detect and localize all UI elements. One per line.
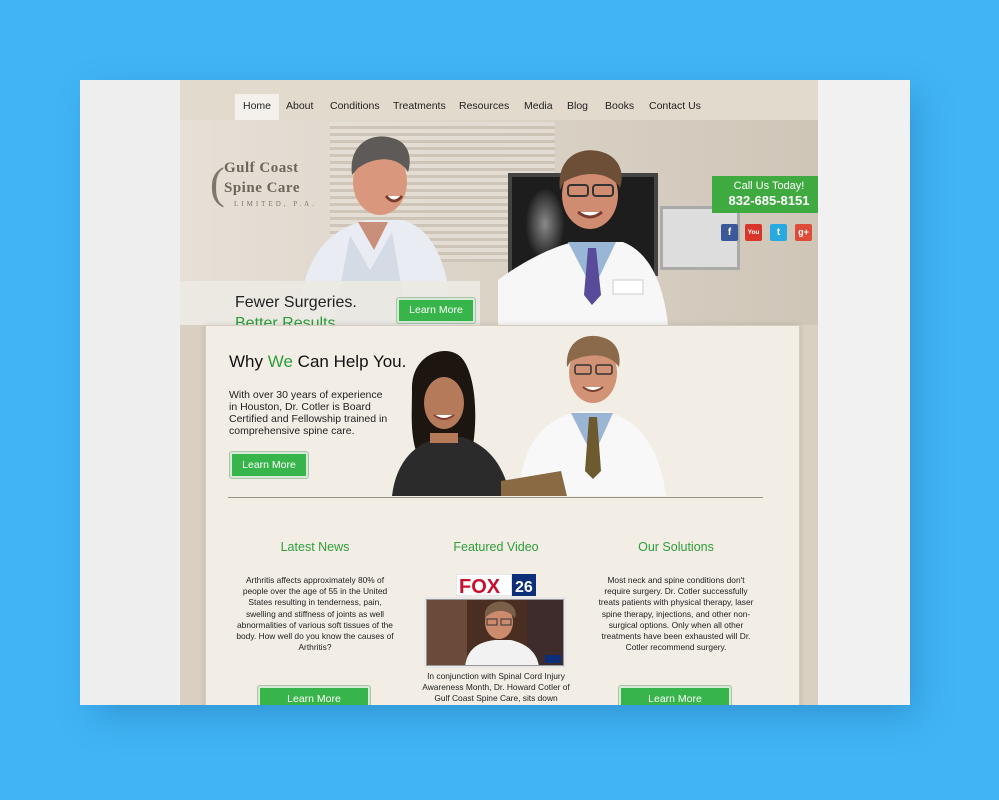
nav-item-blog[interactable]: Blog <box>559 94 596 120</box>
fox26-logo-icon: FOX 26 <box>456 574 536 596</box>
twitter-icon[interactable]: t <box>770 224 787 241</box>
hero-tagline-line1: Fewer Surgeries. <box>235 294 357 311</box>
nav-item-contact-us[interactable]: Contact Us <box>641 94 709 120</box>
hero-tagline-line2: Better Results. <box>235 315 340 325</box>
website-page: Home About Conditions Treatments Resourc… <box>180 80 818 705</box>
nav-item-treatments[interactable]: Treatments <box>385 94 454 120</box>
facebook-icon[interactable]: f <box>721 224 738 241</box>
video-text: In conjunction with Spinal Cord Injury A… <box>422 671 570 704</box>
hero-doctor-photo <box>498 150 668 325</box>
news-learn-more-button[interactable]: Learn More <box>258 686 370 705</box>
news-text: Arthritis affects approximately 80% of p… <box>236 575 394 653</box>
call-us-box[interactable]: Call Us Today! 832-685-8151 <box>712 176 818 213</box>
call-us-phone[interactable]: 832-685-8151 <box>712 193 818 209</box>
why-description: With over 30 years of experience in Hous… <box>229 389 388 437</box>
nav-item-books[interactable]: Books <box>597 94 642 120</box>
mockup-right-side <box>818 80 910 705</box>
call-us-label: Call Us Today! <box>733 180 805 192</box>
section-divider <box>228 497 763 498</box>
featured-video-thumbnail[interactable] <box>426 599 564 666</box>
solutions-title: Our Solutions <box>638 540 714 554</box>
solutions-learn-more-button[interactable]: Learn More <box>619 686 731 705</box>
why-learn-more-button[interactable]: Learn More <box>230 452 308 478</box>
nurse-photo <box>392 351 510 496</box>
doctor-photo <box>501 335 666 496</box>
svg-text:26: 26 <box>515 579 533 596</box>
video-title: Featured Video <box>453 540 539 554</box>
logo-bracket-icon: ( <box>210 159 225 208</box>
mockup-left-side <box>80 80 180 705</box>
nav-item-conditions[interactable]: Conditions <box>322 94 388 120</box>
nav-item-home[interactable]: Home <box>235 94 280 120</box>
hero-learn-more-button[interactable]: Learn More <box>397 298 475 323</box>
google-plus-icon[interactable]: g+ <box>795 224 812 241</box>
hero-banner: ( Gulf Coast Spine Care LIMITED, P.A. Ca… <box>180 120 818 325</box>
nav-item-resources[interactable]: Resources <box>451 94 517 120</box>
nav-item-about[interactable]: About <box>278 94 321 120</box>
why-heading: Why We Can Help You. <box>229 352 407 371</box>
news-title: Latest News <box>280 540 350 554</box>
svg-text:FOX: FOX <box>459 576 501 596</box>
solutions-text: Most neck and spine conditions don't req… <box>598 575 754 653</box>
nav-item-media[interactable]: Media <box>516 94 561 120</box>
main-nav: Home About Conditions Treatments Resourc… <box>180 80 818 120</box>
video-frame-icon <box>427 600 563 665</box>
youtube-icon[interactable]: You <box>745 224 762 241</box>
content-panel: Why We Can Help You. With over 30 years … <box>205 325 800 705</box>
